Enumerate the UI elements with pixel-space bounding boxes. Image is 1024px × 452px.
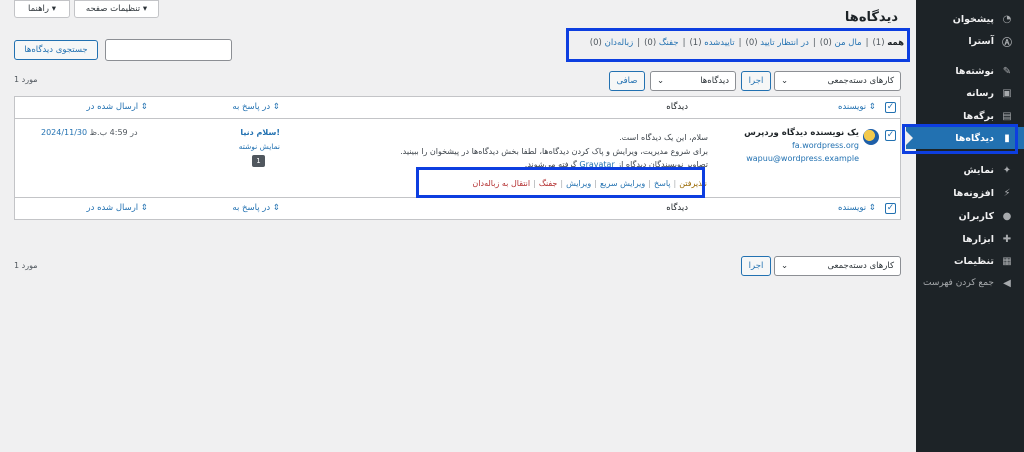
comments-icon: ▮ bbox=[1004, 132, 1010, 144]
astra-icon: Ⓐ bbox=[1002, 37, 1012, 49]
comments-table: ✓ نویسنده ⇕ دیدگاه در پاسخ به ⇕ ارسال شد… bbox=[14, 96, 901, 220]
filter-all[interactable]: همه (1) bbox=[872, 38, 904, 48]
table-footer: ✓ نویسنده ⇕ دیدگاه در پاسخ به ⇕ ارسال شد… bbox=[15, 197, 900, 219]
author-url[interactable]: fa.wordpress.org bbox=[792, 141, 859, 150]
bulk-action-select-top[interactable]: کارهای دسته‌جمعی ⌄ bbox=[774, 71, 901, 91]
filter-pending[interactable]: در انتظار تایید (0) bbox=[746, 38, 809, 48]
pin-icon: ✎ bbox=[1002, 65, 1012, 77]
column-author-footer[interactable]: نویسنده ⇕ bbox=[838, 203, 876, 213]
filter-approved[interactable]: تاییدشده (1) bbox=[689, 38, 734, 48]
items-count-bottom: 1 مورد bbox=[14, 261, 38, 270]
sidebar-item-label: نمایش bbox=[963, 164, 995, 176]
column-submitted-on[interactable]: ارسال شده در ⇕ bbox=[86, 102, 148, 112]
comment-count-bubble[interactable]: 1 bbox=[252, 155, 265, 167]
sidebar-item-posts[interactable]: ✎ نوشته‌ها bbox=[916, 60, 1024, 82]
author-name: یک نویسنده دیدگاه وردپرس bbox=[744, 128, 859, 138]
filter-spam[interactable]: جفنگ (0) bbox=[644, 38, 679, 48]
sidebar-item-label: برگه‌ها bbox=[963, 110, 994, 122]
bulk-action-select-bottom[interactable]: کارهای دسته‌جمعی ⌄ bbox=[774, 256, 901, 276]
items-count-top: 1 مورد bbox=[14, 75, 38, 84]
column-in-response-to[interactable]: در پاسخ به ⇕ bbox=[232, 102, 280, 112]
spam-link[interactable]: جفنگ bbox=[539, 179, 558, 188]
column-comment-footer: دیدگاه bbox=[666, 203, 688, 213]
sidebar-item-label: جمع کردن فهرست bbox=[923, 278, 994, 288]
comment-date[interactable]: 2024/11/30 در 4:59 ب.ظ bbox=[41, 128, 138, 137]
sidebar-item-astra[interactable]: Ⓐ آسترا bbox=[916, 30, 1024, 52]
filter-button[interactable]: صافی bbox=[609, 71, 645, 91]
author-email[interactable]: wapuu@wordpress.example bbox=[746, 154, 859, 163]
status-filter-links: همه (1) | مال من (0) | در انتظار تایید (… bbox=[589, 38, 904, 48]
quick-edit-link[interactable]: ویرایش سریع bbox=[600, 179, 645, 188]
unapprove-link[interactable]: نپذیرفتن bbox=[679, 179, 707, 188]
column-author[interactable]: نویسنده ⇕ bbox=[838, 102, 876, 112]
reply-link[interactable]: پاسخ bbox=[654, 179, 671, 188]
view-post-link[interactable]: نمایش نوشته bbox=[239, 142, 280, 151]
row-checkbox[interactable]: ✓ bbox=[885, 130, 896, 141]
comment-text-3: تصاویر نویسندگان دیدگاه از Gravatar گرفت… bbox=[524, 160, 708, 169]
sidebar-item-media[interactable]: ▣ رسانه bbox=[916, 82, 1024, 104]
author-avatar bbox=[863, 129, 879, 145]
sidebar-item-label: نوشته‌ها bbox=[955, 65, 994, 77]
filter-mine[interactable]: مال من (0) bbox=[820, 38, 862, 48]
tools-icon: ✚ bbox=[1002, 233, 1012, 245]
sidebar-item-settings[interactable]: ▦ تنظیمات bbox=[916, 250, 1024, 272]
column-in-response-to-footer[interactable]: در پاسخ به ⇕ bbox=[232, 203, 280, 213]
sidebar-item-plugins[interactable]: ⚡ افزونه‌ها bbox=[916, 182, 1024, 204]
search-comments-button[interactable]: جستجوی دیدگاه‌ها bbox=[14, 40, 98, 60]
media-icon: ▣ bbox=[1002, 87, 1012, 99]
comment-text-1: سلام، این یک دیدگاه است. bbox=[619, 133, 708, 142]
column-comment: دیدگاه bbox=[666, 102, 688, 112]
sidebar-item-pages[interactable]: ▤ برگه‌ها bbox=[916, 105, 1024, 127]
comment-type-select[interactable]: دیدگاه‌ها ⌄ bbox=[650, 71, 736, 91]
sidebar-item-label: کاربران bbox=[958, 210, 994, 222]
apply-button-top[interactable]: اجرا bbox=[741, 71, 771, 91]
plugins-icon: ⚡ bbox=[1003, 187, 1011, 199]
chevron-down-icon: ⌄ bbox=[781, 261, 789, 271]
appearance-icon: ✦ bbox=[1002, 164, 1012, 176]
sidebar-item-label: رسانه bbox=[966, 87, 994, 99]
comment-text-2: برای شروع مدیریت، ویرایش و پاک کردن دیدگ… bbox=[400, 147, 708, 156]
post-title-link[interactable]: سلام دنیا! bbox=[240, 128, 280, 137]
search-input[interactable] bbox=[105, 39, 232, 61]
select-all-checkbox-footer[interactable]: ✓ bbox=[885, 203, 896, 214]
apply-button-bottom[interactable]: اجرا bbox=[741, 256, 771, 276]
chevron-down-icon: ⌄ bbox=[781, 76, 789, 86]
sidebar-item-users[interactable]: ● کاربران bbox=[916, 205, 1024, 227]
active-menu-arrow bbox=[906, 131, 913, 145]
help-button[interactable]: راهنما ▾ bbox=[14, 0, 70, 18]
sidebar-item-comments[interactable]: ▮ دیدگاه‌ها bbox=[906, 127, 1024, 149]
column-submitted-on-footer[interactable]: ارسال شده در ⇕ bbox=[86, 203, 148, 213]
users-icon: ● bbox=[1002, 210, 1012, 222]
chevron-down-icon: ⌄ bbox=[657, 76, 665, 86]
edit-link[interactable]: ویرایش bbox=[566, 179, 591, 188]
sidebar-item-label: آسترا bbox=[968, 35, 994, 47]
filter-trash[interactable]: زباله‌دان (0) bbox=[590, 38, 633, 48]
collapse-icon: ◀ bbox=[1003, 277, 1011, 289]
page-title: دیدگاه‌ها bbox=[844, 10, 898, 25]
sidebar-item-label: پیشخوان bbox=[952, 13, 994, 25]
select-all-checkbox[interactable]: ✓ bbox=[885, 102, 896, 113]
sidebar-item-appearance[interactable]: ✦ نمایش bbox=[916, 159, 1024, 181]
sidebar-item-label: تنظیمات bbox=[953, 255, 994, 267]
sidebar-item-label: دیدگاه‌ها bbox=[955, 132, 994, 144]
gravatar-link[interactable]: Gravatar bbox=[579, 160, 614, 169]
sidebar-item-label: ابزارها bbox=[962, 233, 994, 245]
settings-icon: ▦ bbox=[1002, 255, 1012, 267]
dashboard-icon: ◔ bbox=[1002, 13, 1012, 25]
sidebar-item-dashboard[interactable]: ◔ پیشخوان bbox=[916, 8, 1024, 30]
row-actions: نپذیرفتن | پاسخ | ویرایش سریع | ویرایش |… bbox=[472, 179, 707, 188]
screen-options-button[interactable]: تنظیمات صفحه ▾ bbox=[74, 0, 159, 18]
sidebar-item-label: افزونه‌ها bbox=[953, 187, 994, 199]
table-header: ✓ نویسنده ⇕ دیدگاه در پاسخ به ⇕ ارسال شد… bbox=[15, 97, 900, 119]
pages-icon: ▤ bbox=[1002, 110, 1012, 122]
trash-link[interactable]: انتقال به زباله‌دان bbox=[472, 179, 530, 188]
collapse-menu-button[interactable]: ◀ جمع کردن فهرست bbox=[916, 272, 1024, 294]
sidebar-item-tools[interactable]: ✚ ابزارها bbox=[916, 228, 1024, 250]
